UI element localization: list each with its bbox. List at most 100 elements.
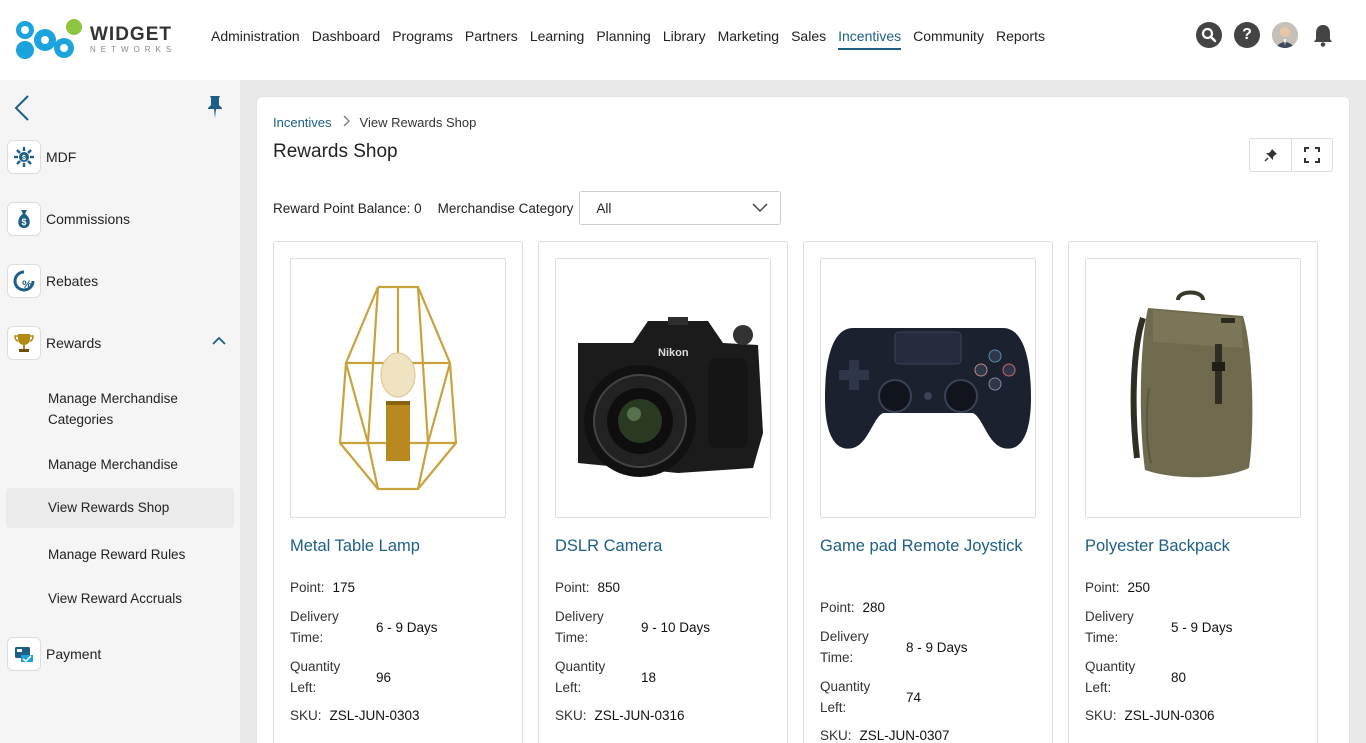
quantity-label: Left: [820, 700, 847, 715]
nav-learning[interactable]: Learning [530, 28, 585, 50]
product-card[interactable]: Metal Table Lamp Point: 175 Delivery Time:… [273, 241, 523, 743]
nav-community[interactable]: Community [913, 28, 984, 50]
delivery-label: Time: [555, 630, 589, 645]
point-label: Point: [1085, 580, 1120, 595]
chevron-up-icon[interactable] [211, 335, 227, 347]
nav-partners[interactable]: Partners [465, 28, 518, 50]
header-actions: ? [1184, 22, 1336, 48]
product-grid: Metal Table Lamp Point: 175 Delivery Time:… [273, 241, 1333, 743]
product-details: Point: 175 Delivery Time: 6 - 9 Days Quanti… [290, 577, 506, 726]
point-value: 280 [862, 600, 886, 615]
product-details: Point: 250 Delivery Time: 5 - 9 Days Quanti… [1085, 577, 1301, 726]
nav-planning[interactable]: Planning [596, 28, 651, 50]
logo-subtitle: NETWORKS [90, 45, 177, 54]
sku-value: ZSL-JUN-0316 [594, 708, 685, 723]
product-image-gamepad[interactable] [820, 258, 1036, 518]
product-name[interactable]: Polyester Backpack [1085, 534, 1301, 559]
payment-icon [7, 637, 41, 671]
nav-incentives[interactable]: Incentives [838, 28, 902, 50]
svg-text:$: $ [22, 155, 26, 162]
filter-row: Reward Point Balance: 0 Merchandise Cate… [273, 191, 782, 225]
delivery-label: Time: [290, 630, 324, 645]
sidebar-subitem-manage-merchandise[interactable]: Manage Merchandise [6, 454, 234, 475]
bell-icon[interactable] [1310, 22, 1336, 48]
quantity-label: Left: [290, 680, 317, 695]
product-image-backpack[interactable] [1085, 258, 1301, 518]
sidebar-item-commissions[interactable]: $ Commissions [7, 201, 233, 237]
sidebar-item-label: Rebates [46, 273, 99, 289]
search-icon[interactable] [1196, 22, 1222, 48]
percent-icon: % [7, 264, 41, 298]
nav-library[interactable]: Library [663, 28, 706, 50]
product-card[interactable]: Game pad Remote Joystick Point: 280 Deliv… [803, 241, 1053, 743]
nav-reports[interactable]: Reports [996, 28, 1045, 50]
sidebar-item-rebates[interactable]: % Rebates [7, 263, 233, 299]
product-name[interactable]: Game pad Remote Joystick [820, 534, 1036, 559]
sidebar: $ MDF $ Commissions % Rebates Rewards Ma… [0, 80, 240, 743]
product-card[interactable]: Nikon DSLR Camera Point: 850 Delivery Time… [538, 241, 788, 743]
reward-point-balance: Reward Point Balance: 0 [273, 200, 422, 216]
point-value: 175 [332, 580, 356, 595]
pin-icon [208, 96, 222, 118]
quantity-value: 18 [641, 669, 657, 685]
quantity-label: Left: [555, 680, 582, 695]
product-details: Point: 850 Delivery Time: 9 - 10 Days Quant… [555, 577, 771, 726]
quantity-value: 74 [906, 689, 922, 705]
sidebar-subitem-manage-merchandise-categories[interactable]: Manage Merchandise Categories [6, 387, 234, 431]
chevron-right-icon [342, 115, 350, 130]
quantity-label: Quantity [820, 679, 871, 694]
sidebar-item-label: Rewards [46, 335, 102, 351]
mdf-icon: $ [7, 140, 41, 174]
product-details: Point: 280 Delivery Time: 8 - 9 Days Quanti… [820, 597, 1036, 743]
chevron-left-icon [14, 95, 29, 121]
delivery-value: 9 - 10 Days [641, 619, 711, 635]
pin-page-button[interactable] [1250, 139, 1291, 171]
widget-networks-logo[interactable]: WIDGET NETWORKS [14, 17, 184, 63]
help-icon[interactable]: ? [1234, 22, 1260, 48]
product-card[interactable]: Polyester Backpack Point: 250 Delivery Tim… [1068, 241, 1318, 743]
breadcrumb-current: View Rewards Shop [359, 115, 477, 130]
quantity-label: Quantity [555, 659, 606, 674]
sku-label: SKU: [555, 708, 587, 723]
sidebar-subitem-manage-reward-rules[interactable]: Manage Reward Rules [6, 544, 234, 565]
page-title: Rewards Shop [273, 141, 398, 162]
sku-value: ZSL-JUN-0306 [1124, 708, 1215, 723]
quantity-label: Quantity [290, 659, 341, 674]
product-image-dslr-camera[interactable]: Nikon [555, 258, 771, 518]
fullscreen-button[interactable] [1291, 139, 1332, 171]
sidebar-subitem-view-reward-accruals[interactable]: View Reward Accruals [6, 588, 234, 609]
nav-sales[interactable]: Sales [791, 28, 826, 50]
sidebar-item-label: Payment [46, 646, 102, 662]
chevron-down-icon [752, 203, 768, 213]
nav-administration[interactable]: Administration [211, 28, 300, 50]
nav-marketing[interactable]: Marketing [718, 28, 779, 50]
sidebar-subitem-view-rewards-shop[interactable]: View Rewards Shop [6, 488, 234, 528]
sidebar-item-rewards[interactable]: Rewards [7, 325, 233, 361]
avatar[interactable] [1272, 22, 1298, 48]
product-name[interactable]: DSLR Camera [555, 534, 771, 559]
delivery-label: Delivery [820, 629, 869, 644]
nav-dashboard[interactable]: Dashboard [312, 28, 381, 50]
product-name[interactable]: Metal Table Lamp [290, 534, 506, 559]
point-label: Point: [820, 600, 855, 615]
pin-icon [1264, 149, 1277, 162]
breadcrumb-incentives-link[interactable]: Incentives [273, 115, 332, 130]
top-navigation-bar: WIDGET NETWORKS Administration Dashboard… [0, 0, 1366, 80]
delivery-label: Delivery [555, 609, 604, 624]
main-nav: Administration Dashboard Programs Partne… [205, 28, 1051, 50]
point-label: Point: [555, 580, 590, 595]
delivery-label: Time: [1085, 630, 1119, 645]
merchandise-category-select[interactable]: All [579, 191, 782, 225]
collapse-sidebar-button[interactable] [12, 94, 32, 127]
product-image-table-lamp[interactable] [290, 258, 506, 518]
point-value: 850 [597, 580, 621, 595]
sku-value: ZSL-JUN-0307 [859, 728, 950, 743]
sidebar-item-payment[interactable]: Payment [7, 636, 233, 672]
page-tools [1249, 138, 1333, 172]
sidebar-item-label: MDF [46, 149, 77, 165]
sku-label: SKU: [1085, 708, 1117, 723]
quantity-value: 96 [376, 669, 392, 685]
sidebar-item-mdf[interactable]: $ MDF [7, 139, 233, 175]
pin-sidebar-button[interactable] [205, 94, 225, 125]
nav-programs[interactable]: Programs [392, 28, 453, 50]
